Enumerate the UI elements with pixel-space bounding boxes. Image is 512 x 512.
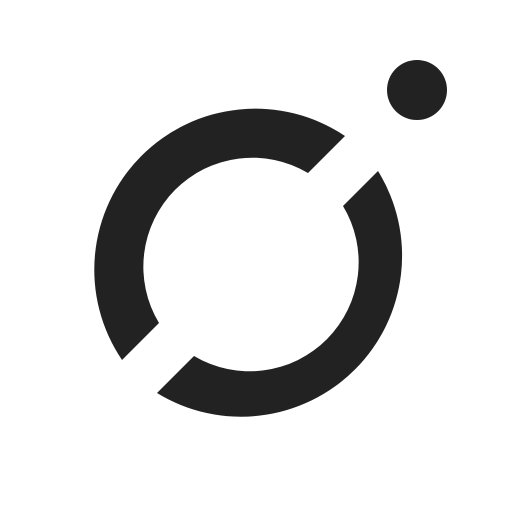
logo-canvas [0, 0, 512, 512]
ring-lower-right-segment [157, 171, 403, 417]
ring-with-dot-logo-icon [94, 60, 447, 417]
ring-upper-left-segment [94, 108, 345, 360]
accent-dot [387, 60, 447, 120]
split-ring [94, 108, 403, 417]
